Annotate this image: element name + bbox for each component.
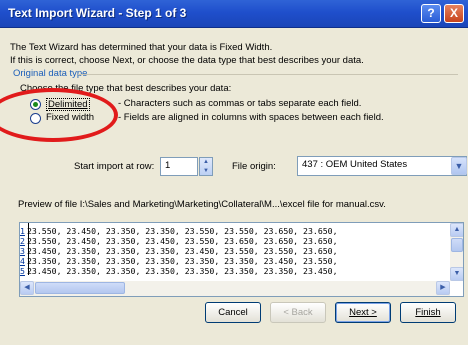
cancel-button[interactable]: Cancel: [205, 302, 261, 323]
file-origin-select[interactable]: 437 : OEM United States: [297, 156, 467, 176]
scroll-left-icon[interactable]: ◀: [20, 281, 34, 295]
horizontal-scrollbar[interactable]: ◀ ▶: [20, 281, 450, 296]
preview-row: 1 23.550, 23.450, 23.350, 23.350, 23.550,…: [20, 226, 450, 236]
back-button[interactable]: < Back: [270, 302, 326, 323]
intro-line-1: The Text Wizard has determined that your…: [10, 42, 273, 53]
preview-file-label: Preview of file I:\Sales and Marketing\M…: [18, 199, 386, 210]
start-row-input[interactable]: 1: [160, 157, 198, 176]
start-import-label: Start import at row:: [74, 161, 155, 172]
spin-up-icon[interactable]: ▲: [200, 158, 212, 167]
row-text: 23.550, 23.450, 23.350, 23.350, 23.550, …: [27, 226, 338, 236]
row-number: 2: [20, 236, 25, 246]
scroll-down-icon[interactable]: ▼: [450, 267, 463, 281]
fixed-width-description: - Fields are aligned in columns with spa…: [118, 112, 384, 123]
row-number: 3: [20, 246, 25, 256]
spin-down-icon[interactable]: ▼: [200, 167, 212, 176]
vertical-scrollbar[interactable]: ▲ ▼: [450, 223, 463, 281]
row-number: 4: [20, 256, 25, 266]
preview-row: 5 23.450, 23.350, 23.350, 23.350, 23.350,…: [20, 266, 450, 276]
scroll-up-icon[interactable]: ▲: [450, 223, 463, 237]
row-text: 23.450, 23.350, 23.350, 23.350, 23.350, …: [27, 266, 338, 276]
group-divider: [78, 74, 458, 75]
scroll-right-icon[interactable]: ▶: [436, 281, 450, 295]
row-text: 23.550, 23.450, 23.350, 23.450, 23.550, …: [27, 236, 338, 246]
row-text: 23.450, 23.350, 23.350, 23.350, 23.450, …: [27, 246, 338, 256]
help-button[interactable]: ?: [421, 4, 441, 23]
preview-pane[interactable]: 1 23.550, 23.450, 23.350, 23.350, 23.550,…: [19, 222, 464, 297]
finish-button[interactable]: Finish: [400, 302, 456, 323]
preview-row: 3 23.450, 23.350, 23.350, 23.350, 23.450,…: [20, 246, 450, 256]
intro-line-2: If this is correct, choose Next, or choo…: [10, 55, 364, 66]
preview-row: 4 23.350, 23.350, 23.350, 23.350, 23.350,…: [20, 256, 450, 266]
vertical-scroll-thumb[interactable]: [451, 238, 463, 252]
preview-row: 2 23.550, 23.450, 23.350, 23.450, 23.550,…: [20, 236, 450, 246]
next-button[interactable]: Next >: [335, 302, 391, 323]
row-number: 1: [20, 226, 25, 236]
original-data-type-group-label: Original data type: [13, 68, 88, 79]
title-bar: Text Import Wizard - Step 1 of 3 ? X: [0, 0, 468, 28]
chevron-down-icon[interactable]: ▼: [451, 157, 467, 175]
delimited-description: - Characters such as commas or tabs sepa…: [118, 98, 362, 109]
start-row-spinner[interactable]: ▲ ▼: [199, 157, 213, 176]
close-button[interactable]: X: [444, 4, 464, 23]
row-text: 23.350, 23.350, 23.350, 23.350, 23.350, …: [27, 256, 338, 266]
horizontal-scroll-thumb[interactable]: [35, 282, 125, 294]
file-origin-label: File origin:: [232, 161, 276, 172]
row-number: 5: [20, 266, 25, 276]
window-title: Text Import Wizard - Step 1 of 3: [8, 6, 187, 20]
